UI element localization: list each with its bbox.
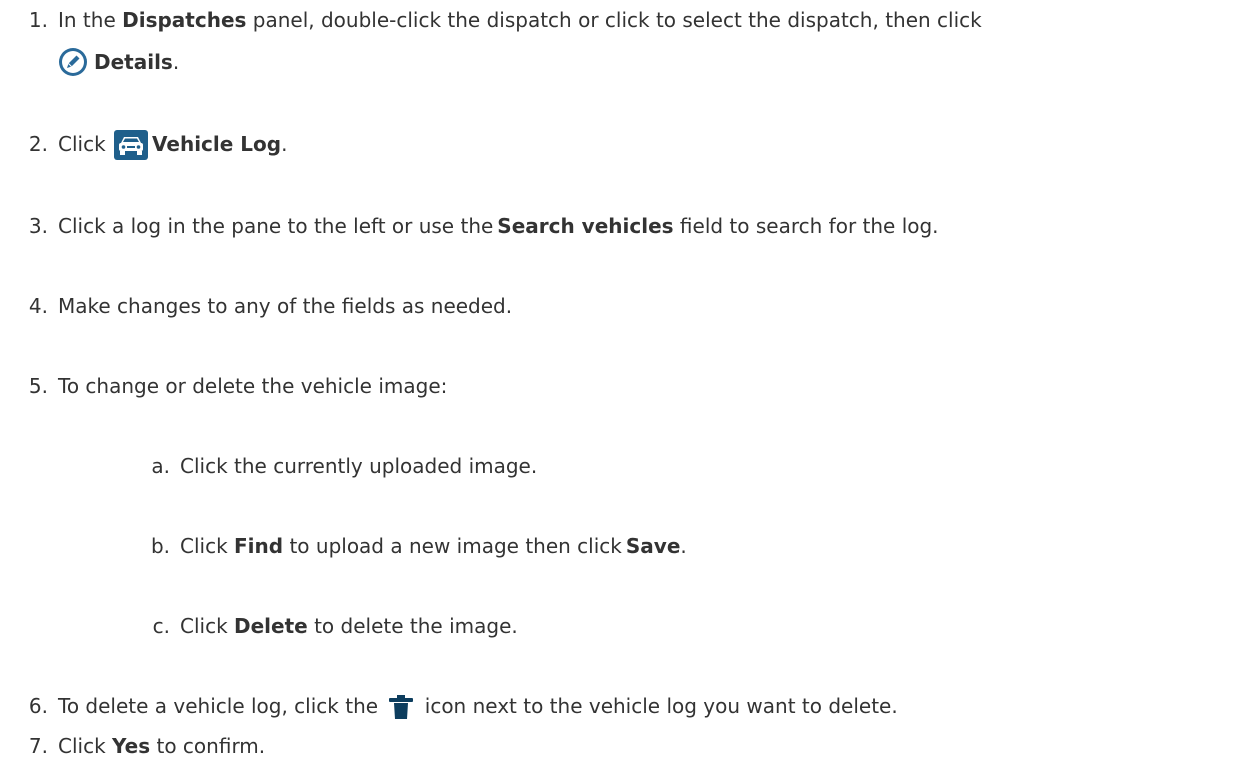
- step-text: To delete a vehicle log, click the: [58, 694, 385, 718]
- step-number: a.: [151, 454, 170, 478]
- ui-term-dispatches: Dispatches: [122, 8, 247, 32]
- step-1-continuation: Details.: [58, 47, 180, 79]
- substep-c: c. Click Delete to delete the image.: [0, 612, 518, 640]
- step-7: 7. Click Yes to confirm.: [0, 732, 265, 760]
- step-text: Click: [58, 132, 113, 156]
- step-text: Click a log in the pane to the left or u…: [58, 214, 494, 238]
- ui-term-find: Find: [234, 534, 284, 558]
- ui-term-yes: Yes: [112, 734, 151, 758]
- ui-term-search-vehicles: Search vehicles: [497, 214, 674, 238]
- step-number: 3.: [28, 214, 48, 238]
- step-text: panel, double-click the dispatch or clic…: [246, 8, 982, 32]
- step-number: b.: [150, 534, 170, 558]
- step-text: to confirm.: [150, 734, 266, 758]
- step-text: Click the currently uploaded image.: [180, 454, 538, 478]
- step-5: 5. To change or delete the vehicle image:: [0, 372, 447, 400]
- step-4: 4. Make changes to any of the fields as n…: [0, 292, 512, 320]
- step-text: In the: [58, 8, 123, 32]
- step-text: field to search for the log.: [673, 214, 939, 238]
- step-text: .: [172, 50, 180, 74]
- step-text: to upload a new image then click: [283, 534, 622, 558]
- step-text: Click: [180, 534, 235, 558]
- ui-term-vehicle-log: Vehicle Log: [152, 132, 282, 156]
- step-2: 2. Click Vehicle Log.: [0, 129, 288, 161]
- ui-term-delete: Delete: [234, 614, 308, 638]
- step-1: 1. In the Dispatches panel, double-click …: [0, 6, 982, 34]
- step-text: Click: [58, 734, 113, 758]
- step-number: 1.: [28, 8, 48, 32]
- step-text: To change or delete the vehicle image:: [58, 374, 448, 398]
- substep-b: b. Click Find to upload a new image then …: [0, 532, 687, 560]
- substep-a: a. Click the currently uploaded image.: [0, 452, 537, 480]
- step-number: 6.: [28, 694, 48, 718]
- pencil-edit-icon: [58, 47, 88, 77]
- trash-icon: [388, 692, 414, 720]
- step-number: 4.: [28, 294, 48, 318]
- step-number: 5.: [28, 374, 48, 398]
- step-number: c.: [152, 614, 170, 638]
- step-text: to delete the image.: [307, 614, 518, 638]
- step-3: 3. Click a log in the pane to the left or…: [0, 212, 939, 240]
- step-number: 7.: [28, 734, 48, 758]
- step-text: icon next to the vehicle log you want to…: [418, 694, 898, 718]
- car-icon: [114, 129, 149, 160]
- ui-term-details: Details: [94, 50, 173, 74]
- ui-term-save: Save: [625, 534, 681, 558]
- step-text: .: [281, 132, 288, 156]
- step-text: Click: [180, 614, 235, 638]
- step-text: Make changes to any of the fields as nee…: [58, 294, 513, 318]
- step-number: 2.: [28, 132, 48, 156]
- step-text: .: [680, 534, 687, 558]
- step-6: 6. To delete a vehicle log, click the ico…: [0, 692, 898, 722]
